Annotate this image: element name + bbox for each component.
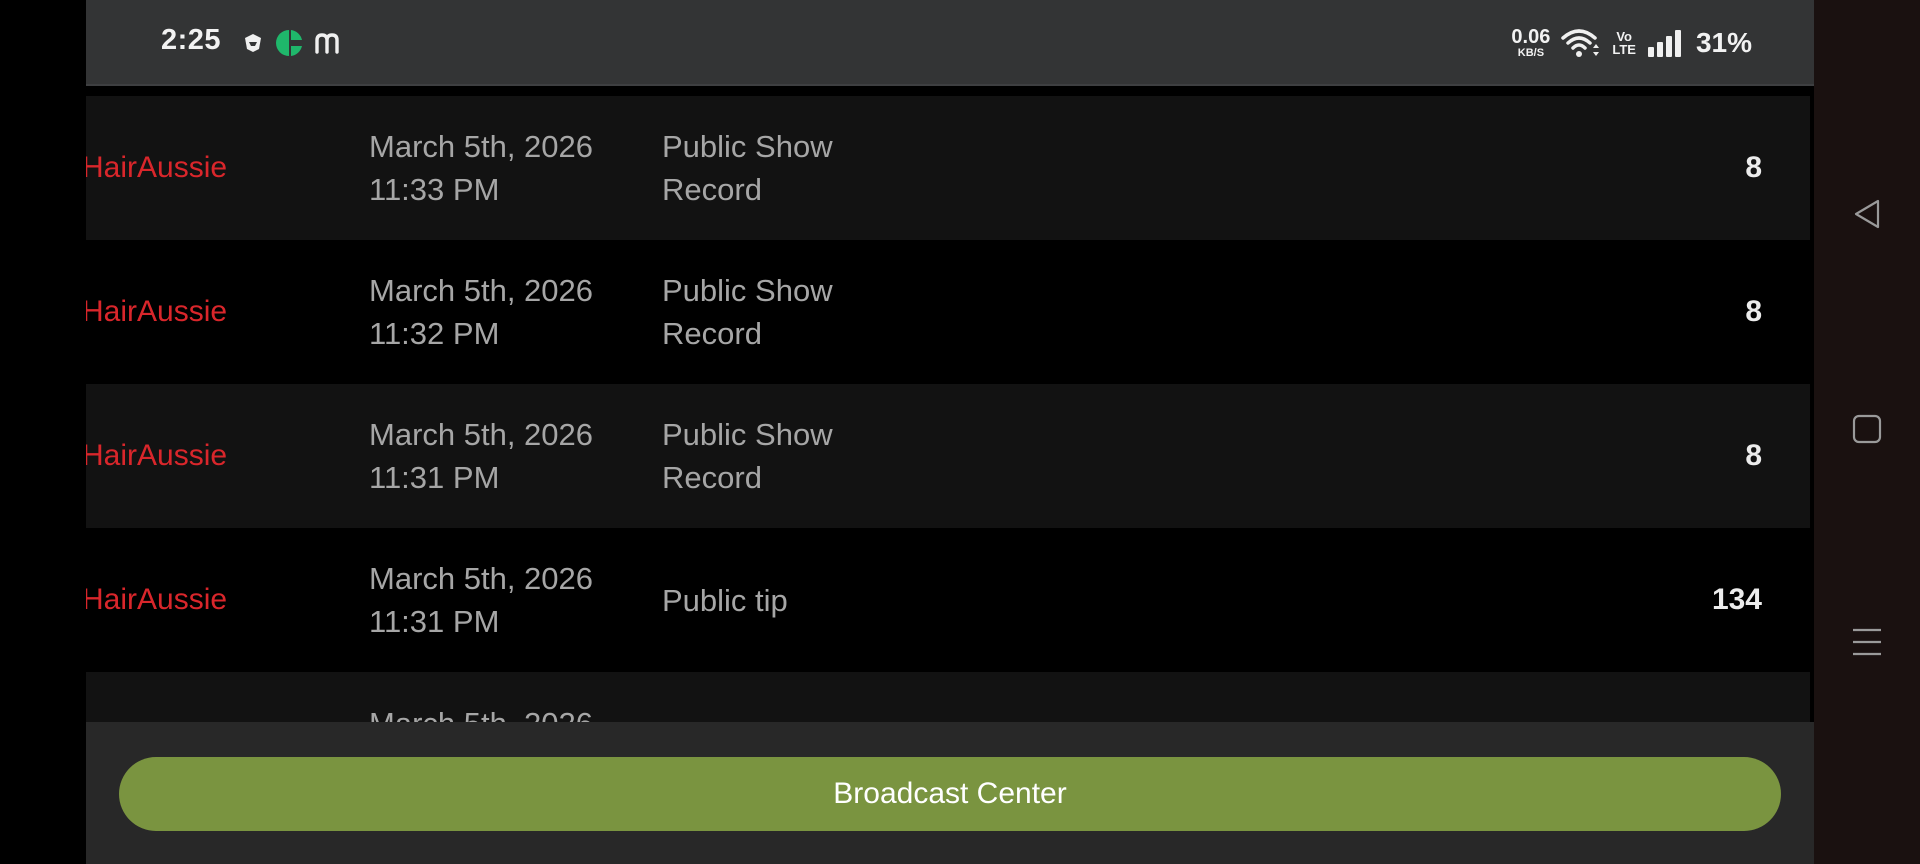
bottom-bar: Broadcast Center: [86, 722, 1814, 864]
username-link[interactable]: HairAussie: [86, 96, 227, 240]
shield-icon: [242, 32, 264, 54]
network-speed-unit: KB/S: [1517, 47, 1545, 59]
status-bar: 2:25 0.06 KB/S Vo LTE 31%: [86, 0, 1814, 86]
table-row[interactable]: HairAussie March 5th, 2026 11:31 PM Publ…: [86, 384, 1810, 528]
tx-time: 11:31 PM: [369, 604, 500, 639]
tx-date: March 5th, 2026: [369, 417, 594, 452]
menu-icon[interactable]: [1839, 614, 1895, 670]
tx-type: Public Show Record: [662, 384, 833, 528]
tx-type-line2: Record: [662, 316, 762, 351]
table-row[interactable]: HairAussie March 5th, 2026 11:32 PM Publ…: [86, 240, 1810, 384]
tx-time: 11:31 PM: [369, 460, 500, 495]
tx-datetime: March 5th, 2026 11:33 PM: [369, 96, 593, 240]
tx-type-line1: Public tip: [662, 582, 788, 618]
tx-type: Public tip: [662, 528, 788, 672]
tx-date: March 5th, 2026: [369, 702, 593, 722]
tx-datetime: March 5th, 2026 11:31 PM: [369, 384, 593, 528]
tx-type-line1: Public Show: [662, 273, 833, 308]
volte-bottom: LTE: [1612, 42, 1636, 57]
broadcast-center-button[interactable]: Broadcast Center: [119, 757, 1781, 831]
tx-time: 11:33 PM: [369, 172, 500, 207]
screen: 2:25 0.06 KB/S Vo LTE 31% HairAussie Mar…: [0, 0, 1920, 864]
network-speed-value: 0.06: [1511, 26, 1551, 48]
tx-type-line1: Public Show: [662, 129, 833, 164]
volte-indicator: Vo LTE: [1612, 30, 1636, 56]
tx-time: 11:32 PM: [369, 316, 500, 351]
m-app-icon: [314, 31, 344, 55]
network-speed: 0.06 KB/S: [1511, 27, 1550, 59]
status-app-icons: [242, 27, 344, 59]
username-link[interactable]: HairAussie: [86, 240, 227, 384]
signal-icon: [1646, 28, 1686, 58]
green-app-icon: [274, 28, 304, 58]
username-link[interactable]: HairAussie: [86, 384, 227, 528]
tx-type-line1: Public Show: [662, 417, 833, 452]
tx-datetime: March 5th, 2026 11:31 PM: [369, 528, 593, 672]
tx-type-line2: Record: [662, 460, 762, 495]
status-time: 2:25: [161, 24, 222, 56]
tx-type: Public Show Record: [662, 96, 833, 240]
tx-amount: 8: [1745, 439, 1762, 472]
status-right-icons: 0.06 KB/S Vo LTE 31%: [1511, 22, 1752, 64]
tx-amount: 8: [1745, 151, 1762, 184]
tx-amount: 134: [1711, 583, 1762, 616]
table-row[interactable]: HairAussie March 5th, 2026 11:33 PM Publ…: [86, 96, 1810, 240]
app-content: 2:25 0.06 KB/S Vo LTE 31% HairAussie Mar…: [86, 0, 1814, 864]
tx-type: Public Show Record: [662, 240, 833, 384]
table-row[interactable]: HairAussie March 5th, 2026 11:31 PM Publ…: [86, 528, 1810, 672]
username-link[interactable]: HairAussie: [86, 528, 227, 672]
home-icon[interactable]: [1839, 401, 1895, 457]
tx-date: March 5th, 2026: [369, 561, 594, 596]
wifi-icon: [1560, 26, 1602, 60]
back-icon[interactable]: [1839, 186, 1895, 242]
tx-datetime: March 5th, 2026: [369, 672, 593, 722]
battery-percentage: 31%: [1695, 27, 1752, 58]
tx-amount: 8: [1745, 295, 1762, 328]
transaction-list[interactable]: HairAussie March 5th, 2026 11:33 PM Publ…: [86, 96, 1810, 722]
tx-date: March 5th, 2026: [369, 129, 594, 164]
table-row[interactable]: March 5th, 2026: [86, 672, 1810, 722]
tx-datetime: March 5th, 2026 11:32 PM: [369, 240, 593, 384]
navigation-bar: [1814, 0, 1920, 864]
tx-date: March 5th, 2026: [369, 273, 594, 308]
tx-type-line2: Record: [662, 172, 762, 207]
